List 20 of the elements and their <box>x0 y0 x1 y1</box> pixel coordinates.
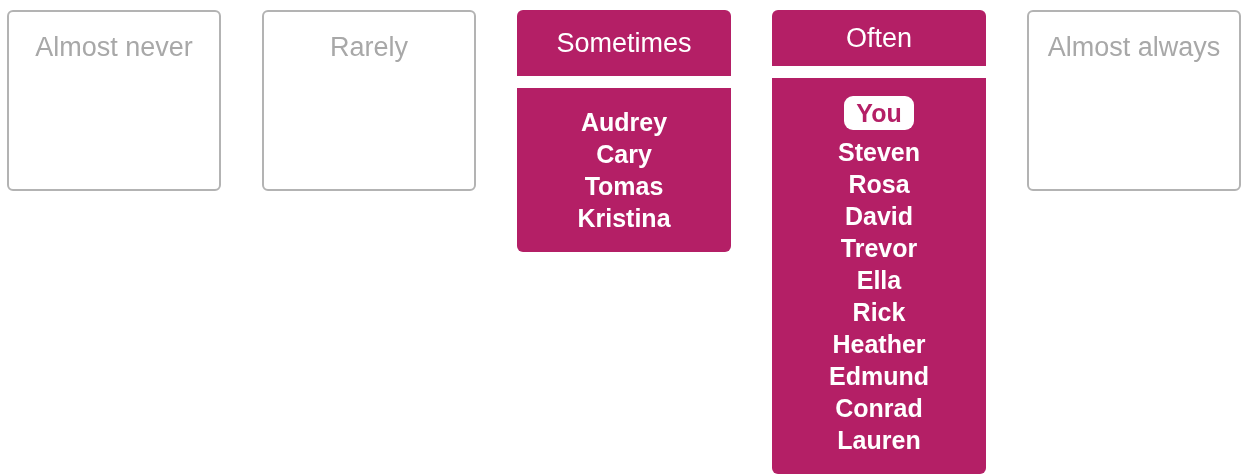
person-name: Rosa <box>848 169 910 200</box>
person-name: Trevor <box>840 233 918 264</box>
person-name: Audrey <box>580 107 668 138</box>
person-name: Lauren <box>837 425 921 456</box>
column-header[interactable]: Often <box>772 10 986 66</box>
person-name: David <box>844 201 914 232</box>
column-header[interactable]: Sometimes <box>517 10 731 76</box>
person-name: Heather <box>832 329 926 360</box>
column-box[interactable]: Rarely <box>262 10 476 191</box>
person-name: Edmund <box>829 361 929 392</box>
person-name: Rick <box>852 297 906 328</box>
person-name: Kristina <box>577 203 671 234</box>
you-badge: You <box>844 96 914 130</box>
person-name: Tomas <box>584 171 664 202</box>
person-name: Conrad <box>835 393 923 424</box>
person-name: Cary <box>596 139 652 170</box>
person-name: Steven <box>838 137 920 168</box>
column-box[interactable]: Almost never <box>7 10 221 191</box>
column-box[interactable]: Almost always <box>1027 10 1241 191</box>
person-name: Ella <box>856 265 902 296</box>
